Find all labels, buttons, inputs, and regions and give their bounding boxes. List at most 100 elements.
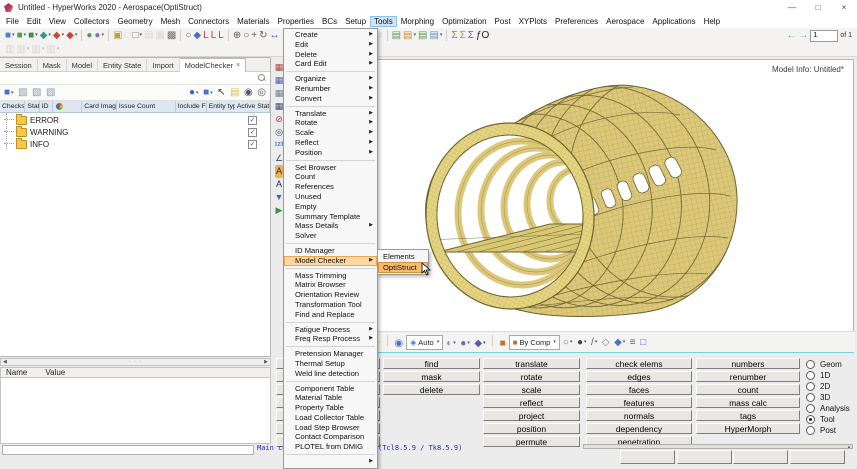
menu-item[interactable]: Mass Trimming ▶ bbox=[284, 271, 377, 281]
page-radio[interactable]: 2D bbox=[806, 381, 850, 392]
menu-item[interactable]: Fatigue Process ▶ bbox=[284, 325, 377, 335]
window-grid-icon[interactable]: ▦ ▾ bbox=[154, 29, 165, 42]
page-radio[interactable]: Tool bbox=[806, 414, 850, 425]
menubar-item[interactable]: Geometry bbox=[113, 16, 156, 27]
menubar-item[interactable]: Post bbox=[491, 16, 515, 27]
menubar-item[interactable]: Collectors bbox=[70, 16, 114, 27]
panel-button[interactable]: normals bbox=[586, 410, 692, 421]
tag-create-icon[interactable]: ▧ ▾ bbox=[17, 86, 28, 99]
panel-button[interactable]: features bbox=[586, 397, 692, 408]
panel-button-clipped[interactable] bbox=[790, 450, 845, 464]
command-input-box[interactable] bbox=[2, 445, 254, 455]
panel-button[interactable]: reflect bbox=[483, 397, 580, 408]
panel-button[interactable]: mass calc bbox=[696, 397, 800, 408]
menubar-item[interactable]: Optimization bbox=[438, 16, 490, 27]
menu-item[interactable]: Matrix Browser ▶ bbox=[284, 280, 377, 290]
menu-item[interactable]: Scale ▶ bbox=[284, 128, 377, 138]
panel-button[interactable]: numbers bbox=[696, 358, 800, 369]
page-radio[interactable]: Geom bbox=[806, 359, 850, 370]
active-state-checkbox[interactable]: ✓ bbox=[248, 128, 257, 137]
menu-item[interactable]: PLOTEL from DMIG ▶ bbox=[284, 442, 377, 452]
include-import-icon[interactable]: ▤ ▾ bbox=[417, 29, 428, 42]
menubar-item[interactable]: BCs bbox=[318, 16, 341, 27]
scroll-left-icon[interactable]: ◀ bbox=[3, 359, 7, 365]
transparency-icon[interactable]: ◇ ▾ bbox=[601, 336, 611, 349]
column-header[interactable]: Card Image ▲ bbox=[82, 101, 117, 112]
menu-item[interactable]: Empty ▶ bbox=[284, 202, 377, 212]
rotate-view-icon[interactable]: ↻ ▾ bbox=[258, 29, 268, 42]
arrows-horizontal-icon[interactable]: ↔ ▾ bbox=[268, 29, 280, 42]
window-page-icon[interactable]: □ ▾ bbox=[123, 29, 131, 42]
import-icon[interactable]: ◆ ▾ bbox=[39, 29, 52, 42]
column-header[interactable]: Entity type ▲ bbox=[207, 101, 235, 112]
menu-item[interactable]: Find and Replace ▶ bbox=[284, 310, 377, 320]
menu-item[interactable]: Create ▶ bbox=[284, 30, 377, 40]
menu-item[interactable]: Component Table ▶ bbox=[284, 384, 377, 394]
panel-button[interactable]: check elems bbox=[586, 358, 692, 369]
browser-tab[interactable]: Mask bbox=[38, 59, 67, 71]
include-view-icon[interactable]: ▤ ▾ bbox=[428, 29, 443, 42]
active-state-checkbox[interactable]: ✓ bbox=[248, 140, 257, 149]
menubar-item[interactable]: Materials bbox=[233, 16, 273, 27]
user-views-icon[interactable]: ● ▾ bbox=[93, 29, 105, 42]
previous-page-icon[interactable]: ← bbox=[786, 30, 796, 41]
zoom-out-icon[interactable]: ○ ▾ bbox=[242, 29, 250, 42]
panel-button[interactable]: project bbox=[483, 410, 580, 421]
column-header[interactable]: Status ▲ bbox=[25, 101, 39, 112]
panel-button[interactable]: rotate bbox=[483, 371, 580, 382]
menu-item[interactable]: Contact Comparison ▶ bbox=[284, 432, 377, 442]
window-split-icon[interactable]: ▤ ▾ bbox=[143, 29, 154, 42]
axes-view-icon[interactable]: L ▾ bbox=[210, 29, 218, 42]
menu-item[interactable]: ID Manager ▶ bbox=[284, 246, 377, 256]
menu-item[interactable]: ▶ bbox=[284, 457, 377, 467]
menu-item[interactable]: Weld line detection ▶ bbox=[284, 369, 377, 379]
menu-item[interactable]: Count ▶ bbox=[284, 172, 377, 182]
column-header[interactable]: ID ▲ bbox=[40, 101, 53, 112]
menu-item[interactable]: Rotate ▶ bbox=[284, 118, 377, 128]
tree-row[interactable]: INFO ✓ bbox=[0, 138, 270, 150]
panel-button[interactable]: translate bbox=[483, 358, 580, 369]
menubar-item[interactable]: Setup bbox=[341, 16, 370, 27]
menu-item[interactable]: References ▶ bbox=[284, 182, 377, 192]
panel-button[interactable]: dependency bbox=[586, 423, 692, 434]
solver-export-icon[interactable]: ◆ ▾ bbox=[65, 29, 78, 42]
panel-button-clipped[interactable] bbox=[677, 450, 732, 464]
submenu-item[interactable]: Elements bbox=[378, 251, 428, 262]
axes-local-icon[interactable]: L ▾ bbox=[217, 29, 225, 42]
expand-window-icon[interactable]: □ ▾ bbox=[131, 29, 143, 42]
panel-button[interactable]: position bbox=[483, 423, 580, 434]
menu-item[interactable]: Delete ▶ bbox=[284, 50, 377, 60]
menu-item[interactable]: Convert ▶ bbox=[284, 94, 377, 104]
panel-button[interactable]: faces bbox=[586, 384, 692, 395]
color-mode-icon[interactable]: ■ ▾ bbox=[499, 337, 507, 350]
menu-item[interactable]: Transformation Tool ▶ bbox=[284, 300, 377, 310]
tree-row[interactable]: ERROR ✓ bbox=[0, 114, 270, 126]
column-header[interactable]: Issue Count ▲ bbox=[117, 101, 176, 112]
panel-button[interactable]: scale bbox=[483, 384, 580, 395]
menu-item[interactable]: Set Browser ▶ bbox=[284, 163, 377, 173]
menu-item[interactable]: Mass Details ▶ bbox=[284, 221, 377, 231]
open-model-icon[interactable]: ■ ▾ bbox=[16, 29, 28, 42]
maximize-button-icon[interactable]: □ bbox=[805, 1, 831, 15]
new-session-icon[interactable]: ■ ▾ bbox=[4, 29, 16, 42]
element-representation-icon[interactable]: ◆ ▾ bbox=[473, 337, 486, 350]
save-model-icon[interactable]: ■ ▾ bbox=[27, 29, 39, 42]
menu-item[interactable]: Material Table ▶ bbox=[284, 393, 377, 403]
panel-button[interactable]: HyperMorph bbox=[696, 423, 800, 434]
note-icon[interactable]: ▤ ▾ bbox=[229, 86, 240, 99]
performance-icon[interactable]: ≡ ▾ bbox=[629, 336, 637, 349]
sphere-display-icon[interactable]: ● ▾ bbox=[188, 86, 200, 99]
model-book-icon[interactable]: ■ ▾ bbox=[202, 86, 214, 99]
tag-sync-icon[interactable]: ▧ ▾ bbox=[45, 86, 56, 99]
panel-button[interactable]: find bbox=[383, 358, 480, 369]
menu-item[interactable]: Load Collector Table ▶ bbox=[284, 413, 377, 423]
menubar-item[interactable]: Applications bbox=[648, 16, 699, 27]
column-header[interactable]: ▲ bbox=[53, 101, 82, 112]
menubar-item[interactable]: View bbox=[45, 16, 70, 27]
browser-tab[interactable]: ModelChecker × bbox=[180, 58, 246, 72]
axes-xy-icon[interactable]: L ▾ bbox=[202, 29, 210, 42]
panel-scroll-strip[interactable]: ▲ bbox=[583, 444, 853, 449]
panel-button[interactable]: delete bbox=[383, 384, 480, 395]
tag-clear-icon[interactable]: ▧ ▾ bbox=[31, 86, 42, 99]
page-radio[interactable]: 3D bbox=[806, 392, 850, 403]
